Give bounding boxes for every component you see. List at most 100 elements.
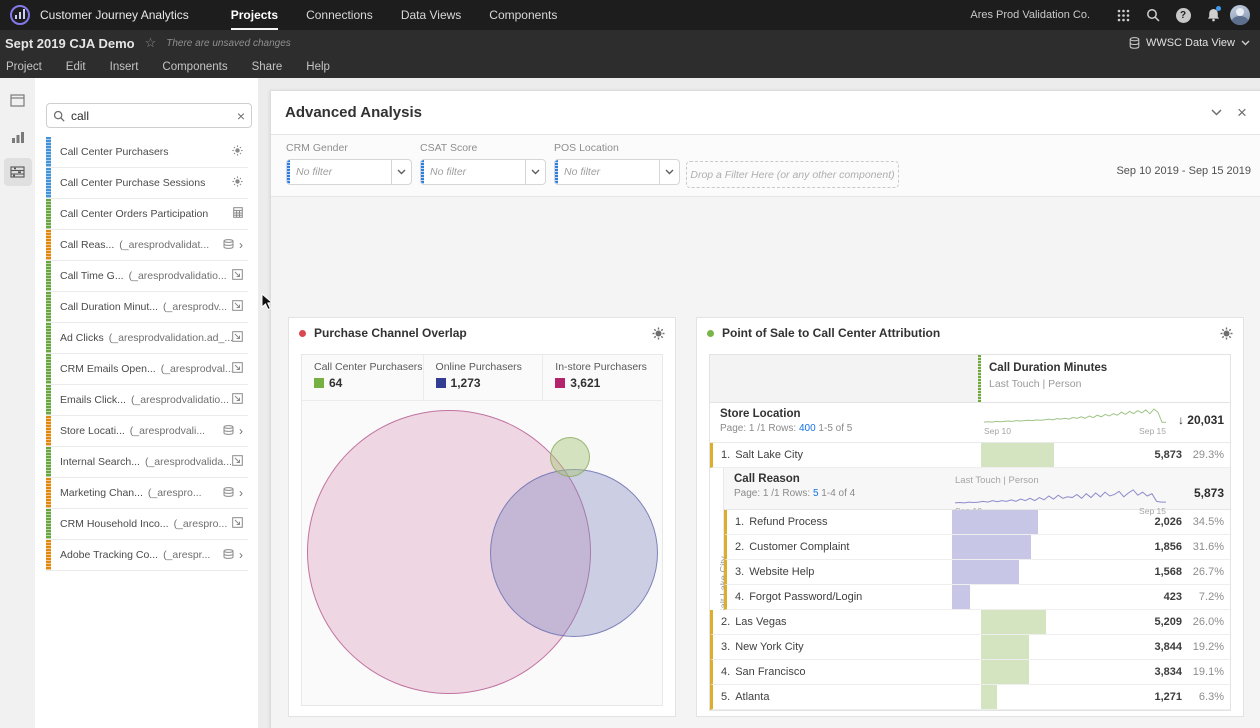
rows-count-link[interactable]: 5 [813, 488, 819, 499]
notifications-bell-icon[interactable] [1198, 0, 1228, 30]
menu-share[interactable]: Share [240, 61, 295, 73]
org-name[interactable]: Ares Prod Validation Co. [970, 9, 1090, 21]
metric-name[interactable]: Call Duration Minutes [989, 362, 1107, 374]
row-value: 423 [1134, 591, 1182, 603]
component-list-item[interactable]: Call Center Purchase Sessions › [46, 168, 248, 199]
component-type-bar [46, 416, 51, 446]
table-row[interactable]: 4.Forgot Password/Login 423 7.2% [724, 585, 1230, 610]
component-list-item[interactable]: Ad Clicks (_aresprodvalidation.ad_... › [46, 323, 248, 354]
component-list-item[interactable]: Call Duration Minut... (_aresprodv... › [46, 292, 248, 323]
date-range[interactable]: Sep 10 2019 - Sep 15 2019 [1116, 165, 1251, 177]
gear-icon [232, 145, 243, 159]
component-list-item[interactable]: Store Locati... (_aresprodvali... › [46, 416, 248, 447]
row-label[interactable]: Salt Lake City [735, 449, 803, 461]
favorite-star-icon[interactable]: ☆ [145, 35, 157, 51]
chevron-right-icon[interactable]: › [239, 486, 243, 500]
row-percent: 6.3% [1182, 691, 1224, 703]
row-label[interactable]: San Francisco [735, 666, 805, 678]
user-avatar[interactable] [1230, 5, 1250, 25]
filter-dropdown[interactable]: No filter [554, 159, 680, 185]
menu-project[interactable]: Project [0, 61, 54, 73]
component-list-item[interactable]: Adobe Tracking Co... (_arespr... › [46, 540, 248, 571]
project-title: Sept 2019 CJA Demo [5, 36, 135, 51]
component-type-bar [46, 199, 51, 229]
filter-dropdown[interactable]: No filter [420, 159, 546, 185]
chevron-down-icon[interactable] [659, 160, 679, 184]
filter-dropdown[interactable]: No filter [286, 159, 412, 185]
clear-search-icon[interactable]: × [237, 108, 245, 124]
nav-tab-data-views[interactable]: Data Views [387, 0, 475, 30]
nav-tab-projects[interactable]: Projects [217, 0, 292, 30]
row-rank: 4. [721, 666, 730, 678]
legend-item[interactable]: In-store Purchasers 3,621 [543, 355, 662, 400]
legend-item[interactable]: Call Center Purchasers 64 [302, 355, 424, 400]
component-type-bar [46, 385, 51, 415]
venn-circle-online[interactable] [490, 469, 658, 637]
filter-drop-zone[interactable]: Drop a Filter Here (or any other compone… [686, 161, 899, 188]
table-row[interactable]: 1.Salt Lake City 5,873 29.3% [710, 443, 1230, 468]
menu-help[interactable]: Help [294, 61, 342, 73]
venn-legend: Call Center Purchasers 64 Online Purchas… [302, 355, 662, 401]
nav-tab-components[interactable]: Components [475, 0, 571, 30]
visualizations-rail-icon[interactable] [4, 122, 32, 150]
component-list-item[interactable]: CRM Emails Open... (_aresprodval... › [46, 354, 248, 385]
table-row[interactable]: 1.Refund Process 2,026 34.5% [724, 510, 1230, 535]
nested-header-row: Call Reason Page: 1 /1 Rows: 5 1-4 of 4 … [724, 468, 1230, 510]
dimension-name[interactable]: Store Location [720, 408, 978, 420]
component-list-item[interactable]: Call Center Orders Participation › [46, 199, 248, 230]
table-row[interactable]: 5.Atlanta 1,271 6.3% [710, 685, 1230, 710]
row-label[interactable]: Forgot Password/Login [749, 591, 862, 603]
row-label[interactable]: Refund Process [749, 516, 827, 528]
legend-item[interactable]: Online Purchasers 1,273 [424, 355, 544, 400]
component-suffix: (_aresprodvalidat... [119, 239, 209, 251]
component-list-item[interactable]: Call Time G... (_aresprodvalidatio... › [46, 261, 248, 292]
row-label[interactable]: Las Vegas [735, 616, 786, 628]
viz-settings-gear-icon[interactable] [1220, 327, 1233, 340]
sparkline-cell: Sep 10Sep 15 ↓ 20,031 [978, 403, 1230, 442]
chevron-down-icon[interactable] [525, 160, 545, 184]
chevron-right-icon[interactable]: › [239, 238, 243, 252]
venn-circle-call-center[interactable] [550, 437, 590, 477]
menu-components[interactable]: Components [150, 61, 239, 73]
help-icon[interactable]: ? [1168, 0, 1198, 30]
rows-count-link[interactable]: 400 [799, 423, 816, 434]
component-search-input[interactable] [71, 109, 231, 123]
panels-rail-icon[interactable] [4, 86, 32, 114]
collapse-panel-icon[interactable] [1203, 100, 1229, 126]
component-list-item[interactable]: Internal Search... (_aresprodvalida... › [46, 447, 248, 478]
component-list-item[interactable]: CRM Household Inco... (_arespro... › [46, 509, 248, 540]
component-list-item[interactable]: Marketing Chan... (_arespro... › [46, 478, 248, 509]
chevron-down-icon[interactable] [391, 160, 411, 184]
legend-swatch [314, 378, 324, 388]
table-row[interactable]: 3.New York City 3,844 19.2% [710, 635, 1230, 660]
component-list-item[interactable]: Emails Click... (_aresprodvalidatio... › [46, 385, 248, 416]
chevron-right-icon[interactable]: › [239, 424, 243, 438]
data-view-selector[interactable]: WWSC Data View [1129, 37, 1250, 49]
dimension-name[interactable]: Call Reason [734, 473, 949, 485]
menu-edit[interactable]: Edit [54, 61, 98, 73]
table-row[interactable]: 3.Website Help 1,568 26.7% [724, 560, 1230, 585]
row-label[interactable]: Atlanta [735, 691, 769, 703]
table-row[interactable]: 2.Las Vegas 5,209 26.0% [710, 610, 1230, 635]
table-row[interactable]: 2.Customer Complaint 1,856 31.6% [724, 535, 1230, 560]
row-label[interactable]: Customer Complaint [749, 541, 849, 553]
chevron-right-icon[interactable]: › [239, 548, 243, 562]
database-icon [1129, 37, 1140, 49]
component-suffix: (_aresprodvali... [130, 425, 205, 437]
legend-swatch [555, 378, 565, 388]
menu-insert[interactable]: Insert [98, 61, 151, 73]
search-icon[interactable] [1138, 0, 1168, 30]
viz-settings-gear-icon[interactable] [652, 327, 665, 340]
components-rail-icon[interactable] [4, 158, 32, 186]
row-label[interactable]: New York City [735, 641, 803, 653]
row-label[interactable]: Website Help [749, 566, 814, 578]
app-switcher-icon[interactable] [1108, 0, 1138, 30]
table-row[interactable]: 4.San Francisco 3,834 19.1% [710, 660, 1230, 685]
component-list-item[interactable]: Call Reas... (_aresprodvalidat... › [46, 230, 248, 261]
nav-tab-connections[interactable]: Connections [292, 0, 387, 30]
component-list-item[interactable]: Call Center Purchasers › [46, 137, 248, 168]
close-panel-icon[interactable]: × [1229, 100, 1255, 126]
component-search-box[interactable]: × [46, 103, 252, 128]
value-bar [981, 610, 1046, 634]
left-rail [0, 78, 35, 728]
